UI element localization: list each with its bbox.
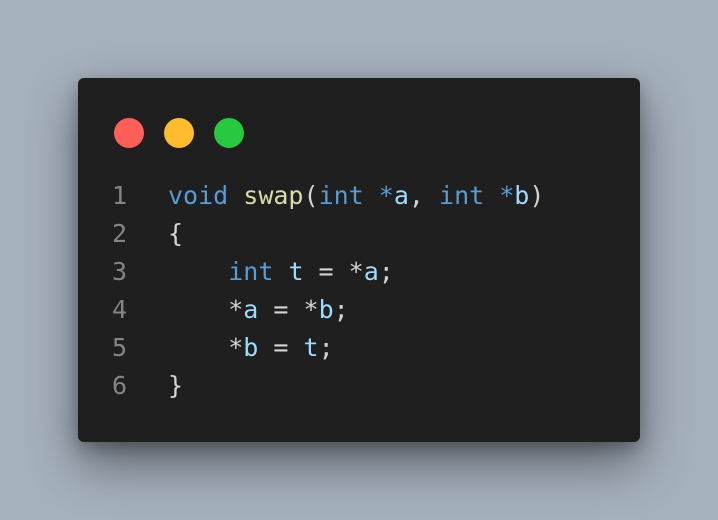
comma-token: ,	[408, 181, 440, 210]
variable-token: b	[514, 181, 530, 210]
semicolon-token: ;	[378, 257, 394, 286]
variable-token: a	[393, 181, 409, 210]
function-name-token: swap	[243, 181, 304, 210]
pointer-operator-token: *	[499, 181, 515, 210]
code-block: 1 void swap(int *a, int *b) 2{ 3 int t = …	[108, 177, 618, 405]
semicolon-token: ;	[318, 333, 334, 362]
variable-token: t	[303, 333, 319, 362]
keyword-token: int	[318, 181, 364, 210]
line-number: 2	[112, 219, 128, 248]
minimize-window-button[interactable]	[164, 118, 194, 148]
code-text: }	[168, 367, 183, 405]
variable-token: b	[243, 333, 259, 362]
pointer-operator-token: *	[348, 257, 364, 286]
variable-token: a	[243, 295, 259, 324]
variable-token: a	[363, 257, 379, 286]
keyword-token: void	[168, 181, 229, 210]
pointer-operator-token: *	[228, 333, 244, 362]
code-window: 1 void swap(int *a, int *b) 2{ 3 int t = …	[78, 78, 640, 442]
code-line-6: 6}	[108, 367, 618, 405]
keyword-token: int	[439, 181, 485, 210]
code-text: {	[168, 215, 183, 253]
line-number: 4	[112, 295, 128, 324]
paren-token: )	[529, 181, 545, 210]
line-number: 6	[112, 371, 128, 400]
line-number: 3	[112, 257, 128, 286]
code-text: int t = *a;	[168, 253, 394, 291]
assign-token: =	[258, 295, 304, 324]
code-line-5: 5 *b = t;	[108, 329, 618, 367]
brace-token: }	[168, 371, 184, 400]
close-window-button[interactable]	[114, 118, 144, 148]
pointer-operator-token: *	[228, 295, 244, 324]
code-line-4: 4 *a = *b;	[108, 291, 618, 329]
code-text: *b = t;	[168, 329, 334, 367]
code-line-1: 1 void swap(int *a, int *b)	[108, 177, 618, 215]
code-line-3: 3 int t = *a;	[108, 253, 618, 291]
line-number: 5	[112, 333, 128, 362]
code-line-2: 2{	[108, 215, 618, 253]
paren-token: (	[303, 181, 319, 210]
pointer-operator-token: *	[378, 181, 394, 210]
semicolon-token: ;	[333, 295, 349, 324]
code-text: *a = *b;	[168, 291, 349, 329]
line-number: 1	[112, 181, 128, 210]
variable-token: t	[288, 257, 304, 286]
pointer-operator-token: *	[303, 295, 319, 324]
brace-token: {	[168, 219, 184, 248]
assign-token: =	[303, 257, 349, 286]
keyword-token: int	[228, 257, 274, 286]
background: 1 void swap(int *a, int *b) 2{ 3 int t = …	[0, 0, 718, 520]
variable-token: b	[318, 295, 334, 324]
maximize-window-button[interactable]	[214, 118, 244, 148]
code-text: void swap(int *a, int *b)	[168, 177, 544, 215]
assign-token: =	[258, 333, 304, 362]
